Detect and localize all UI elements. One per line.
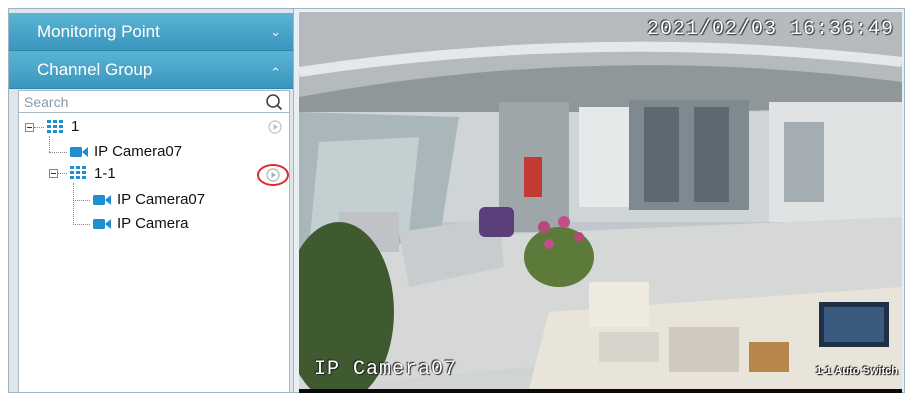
tree-item-camera[interactable]: IP Camera07 bbox=[117, 189, 205, 211]
tree-connector bbox=[34, 127, 44, 128]
tree-item-group-1-1[interactable]: 1-1 bbox=[94, 163, 116, 185]
tree-item-camera[interactable]: IP Camera07 bbox=[94, 141, 182, 163]
search-box bbox=[18, 90, 290, 113]
video-bottom-bar bbox=[299, 389, 902, 393]
camera-icon bbox=[70, 147, 88, 157]
group-grid-icon bbox=[70, 166, 86, 179]
tree-connector bbox=[73, 183, 74, 225]
tree-connector bbox=[49, 136, 50, 152]
channel-group-label: Channel Group bbox=[37, 60, 153, 79]
tree-item-camera[interactable]: IP Camera bbox=[117, 213, 188, 235]
channel-group-header[interactable]: Channel Group ⌃ bbox=[9, 51, 293, 89]
chevron-down-icon: ⌄ bbox=[270, 24, 281, 39]
chevron-up-icon: ⌃ bbox=[270, 65, 281, 80]
search-input[interactable] bbox=[24, 93, 259, 111]
video-view[interactable]: 2021/02/03 16:36:49 IP Camera07 1-1 Auto… bbox=[299, 12, 902, 389]
tree-connector bbox=[49, 152, 67, 153]
auto-switch-label: 1-1 Auto Switch bbox=[815, 365, 898, 377]
collapse-toggle[interactable] bbox=[49, 169, 58, 178]
tree-connector bbox=[58, 173, 67, 174]
auto-switch-icon[interactable] bbox=[266, 168, 280, 182]
tree-connector bbox=[73, 200, 90, 201]
group-grid-icon bbox=[47, 120, 63, 133]
camera-name-overlay: IP Camera07 bbox=[314, 358, 458, 381]
monitoring-point-header[interactable]: Monitoring Point ⌄ bbox=[9, 13, 293, 51]
monitoring-point-label: Monitoring Point bbox=[37, 22, 160, 41]
search-icon[interactable] bbox=[265, 93, 283, 111]
collapse-toggle[interactable] bbox=[25, 123, 34, 132]
camera-scene bbox=[299, 12, 902, 389]
timestamp-overlay: 2021/02/03 16:36:49 bbox=[646, 18, 894, 41]
auto-switch-icon[interactable] bbox=[268, 120, 282, 134]
camera-icon bbox=[93, 195, 111, 205]
camera-icon bbox=[93, 219, 111, 229]
tree-item-group-1[interactable]: 1 bbox=[71, 116, 79, 138]
tree-connector bbox=[73, 224, 90, 225]
